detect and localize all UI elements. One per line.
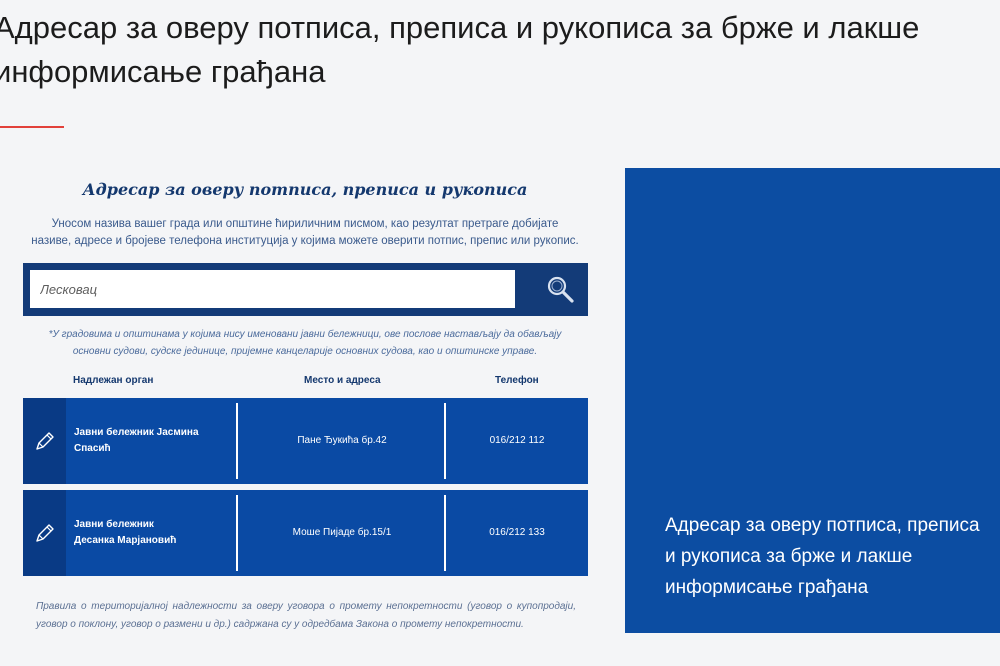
courts-note: *У градовима и општинама у којима нису и… <box>30 326 580 360</box>
address-text: Моше Пијаде бр.15/1 <box>292 527 392 538</box>
results-header: Надлежан орган Место и адреса Телефон <box>0 375 610 391</box>
pen-icon <box>35 432 54 450</box>
widget-intro: Уносом назива вашег града или општине ћи… <box>0 216 610 250</box>
row-address: Моше Пијаде бр.15/1 <box>238 490 446 576</box>
search-button[interactable] <box>539 270 581 308</box>
authority-name: Јавни бележник Јасмина Спасић <box>74 427 199 454</box>
promo-text: Адресар за оверу потписа, преписа и руко… <box>665 510 995 603</box>
address-book-widget: Адресар за оверу потписа, преписа и руко… <box>0 158 610 644</box>
note-line-2: основни судови, судске јединице, пријемн… <box>72 346 538 357</box>
row-phone: 016/212 112 <box>446 398 588 484</box>
row-authority: Јавни бележник Десанка Марјановић <box>74 490 234 576</box>
promo-text-line-1: Адресар за оверу потписа, преписа <box>665 515 980 536</box>
city-search-input[interactable] <box>30 270 515 308</box>
row-authority: Јавни бележник Јасмина Спасић <box>74 398 234 484</box>
column-header-authority: Надлежан орган <box>73 375 154 386</box>
note-line-1: *У градовима и општинама у којима нису и… <box>48 329 562 340</box>
row-icon-cell <box>23 398 66 484</box>
column-header-phone: Телефон <box>495 375 539 386</box>
authority-name-line-1: Јавни бележник <box>74 519 154 530</box>
intro-line-1: Уносом назива вашег града или општине ћи… <box>51 218 559 230</box>
authority-name-line-2: Десанка Марјановић <box>74 535 177 546</box>
address-text: Пане Ђукића бр.42 <box>297 435 387 446</box>
row-phone: 016/212 133 <box>446 490 588 576</box>
pen-icon <box>35 524 54 542</box>
legal-footnote: Правила о територијалној надлежности за … <box>36 601 576 630</box>
title-underline <box>0 126 64 128</box>
column-header-address: Место и адреса <box>304 375 381 386</box>
result-row[interactable]: Јавни бележник Десанка Марјановић Моше П… <box>23 490 588 576</box>
page-title-line-2: информисање грађана <box>0 54 326 89</box>
row-address: Пане Ђукића бр.42 <box>238 398 446 484</box>
phone-text: 016/212 133 <box>489 527 545 538</box>
promo-text-line-3: информисање грађана <box>665 577 869 598</box>
row-icon-cell <box>23 490 66 576</box>
phone-text: 016/212 112 <box>489 435 545 446</box>
intro-line-2: називе, адресе и бројеве телефона инстит… <box>31 235 579 247</box>
page-title: Адресар за оверу потписа, преписа и руко… <box>0 6 1000 94</box>
search-icon <box>547 276 574 303</box>
authority-name: Јавни бележник Десанка Марјановић <box>74 517 176 549</box>
result-row[interactable]: Јавни бележник Јасмина Спасић Пане Ђукић… <box>23 398 588 484</box>
promo-banner[interactable]: Адресар за оверу потписа, преписа и руко… <box>625 168 1000 633</box>
promo-text-line-2: и рукописа за брже и лакше <box>665 546 913 567</box>
widget-title: Адресар за оверу потписа, преписа и руко… <box>82 180 528 199</box>
search-bar <box>23 263 588 316</box>
page-title-line-1: Адресар за оверу потписа, преписа и руко… <box>0 10 920 45</box>
